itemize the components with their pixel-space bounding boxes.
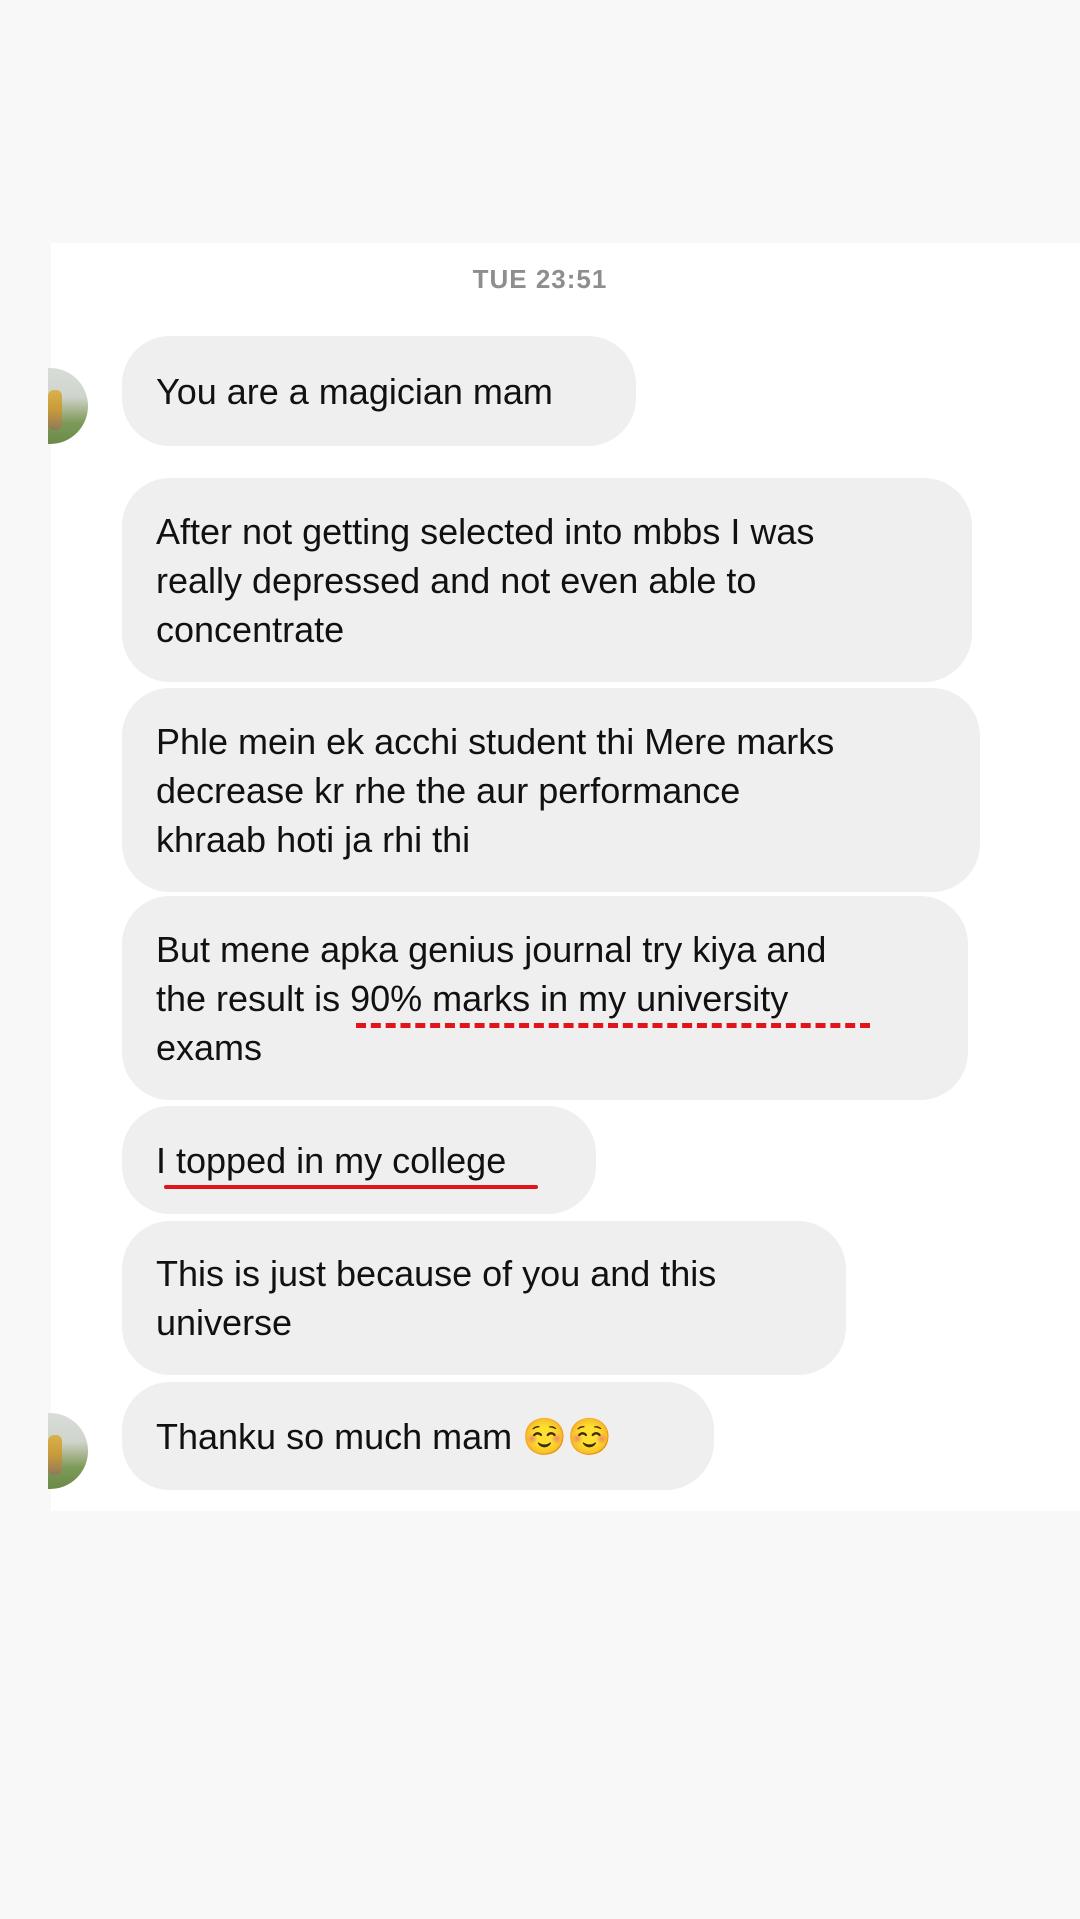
message-bubble[interactable]: I topped in my college — [122, 1106, 596, 1214]
sender-avatar[interactable] — [48, 368, 88, 444]
message-bubble[interactable]: Phle mein ek acchi student thi Mere mark… — [122, 688, 980, 892]
message-text: You are a magician mam — [156, 370, 553, 412]
red-solid-underline — [164, 1185, 538, 1189]
message-bubble[interactable]: But mene apka genius journal try kiya an… — [122, 896, 968, 1100]
message-timestamp: TUE 23:51 — [472, 264, 608, 294]
message-bubble[interactable]: Thanku so much mam ☺️☺️ — [122, 1382, 714, 1490]
message-text: This is just because of you and this uni… — [156, 1253, 717, 1343]
message-bubble[interactable]: This is just because of you and this uni… — [122, 1221, 846, 1375]
message-text: Phle mein ek acchi student thi Mere mark… — [156, 720, 835, 860]
message-bubble[interactable]: You are a magician mam — [122, 336, 636, 446]
message-text: Thanku so much mam ☺️☺️ — [156, 1415, 612, 1457]
message-text: But mene apka genius journal try kiya an… — [156, 928, 827, 1068]
avatar-figure — [48, 1435, 62, 1475]
red-dashed-underline — [356, 1023, 870, 1028]
sender-avatar[interactable] — [48, 1413, 88, 1489]
avatar-figure — [48, 390, 62, 430]
message-text: I topped in my college — [156, 1139, 507, 1181]
message-bubble[interactable]: After not getting selected into mbbs I w… — [122, 478, 972, 682]
message-text: After not getting selected into mbbs I w… — [156, 510, 815, 650]
